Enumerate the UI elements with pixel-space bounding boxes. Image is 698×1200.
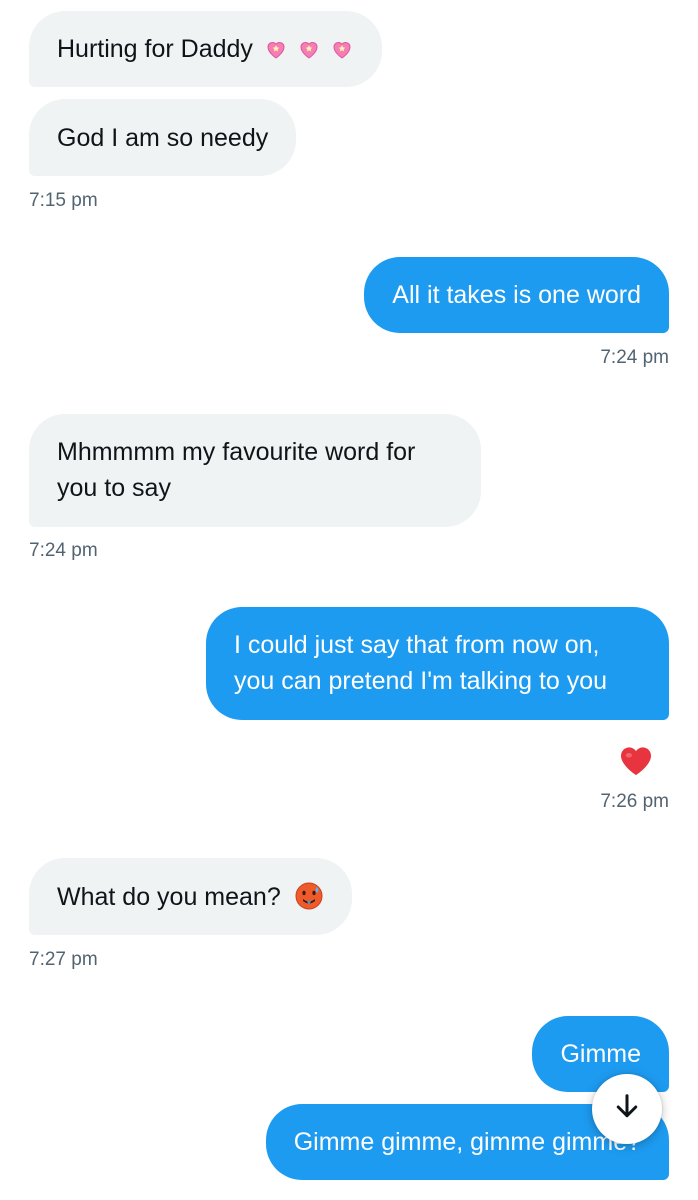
message-text: God I am so needy — [57, 124, 269, 152]
scroll-to-bottom-button[interactable] — [592, 1074, 662, 1144]
sparkling-heart-icon — [328, 35, 354, 63]
sparkling-heart-icon — [253, 35, 295, 63]
message-bubble-incoming[interactable]: Hurting for Daddy — [29, 11, 382, 87]
message-bubble-incoming[interactable]: Mhmmmm my favourite word for you to say — [29, 414, 481, 527]
message-bubble-outgoing[interactable]: All it takes is one word — [364, 257, 669, 333]
sparkling-heart-icon — [295, 35, 328, 63]
message-text-line: you can pretend I'm talking to you — [234, 667, 608, 695]
message-timestamp: 7:24 pm — [600, 347, 669, 368]
message-text-line: you to say — [57, 474, 171, 502]
message-text-line: Mhmmmm my favourite word for — [57, 438, 416, 466]
message-text: Gimme gimme, gimme gimme? — [293, 1128, 641, 1156]
message-bubble-outgoing[interactable]: I could just say that from now on, you c… — [206, 607, 669, 720]
message-text: All it takes is one word — [392, 281, 641, 309]
message-timestamp: 7:24 pm — [29, 540, 98, 561]
message-timestamp: 7:27 pm — [29, 949, 98, 970]
message-text: Gimme — [560, 1040, 641, 1068]
message-text: What do you mean? — [57, 883, 281, 911]
message-bubble-incoming[interactable]: God I am so needy — [29, 99, 297, 176]
message-timestamp: 7:15 pm — [29, 190, 98, 211]
hot-face-icon — [281, 882, 324, 911]
message-timestamp: 7:26 pm — [600, 791, 669, 812]
message-text-line: I could just say that from now on, — [234, 631, 600, 659]
message-bubble-incoming[interactable]: What do you mean? — [29, 858, 352, 935]
red-heart-icon[interactable] — [617, 741, 655, 779]
message-text: Hurting for Daddy — [57, 35, 253, 63]
arrow-down-icon — [612, 1092, 642, 1127]
